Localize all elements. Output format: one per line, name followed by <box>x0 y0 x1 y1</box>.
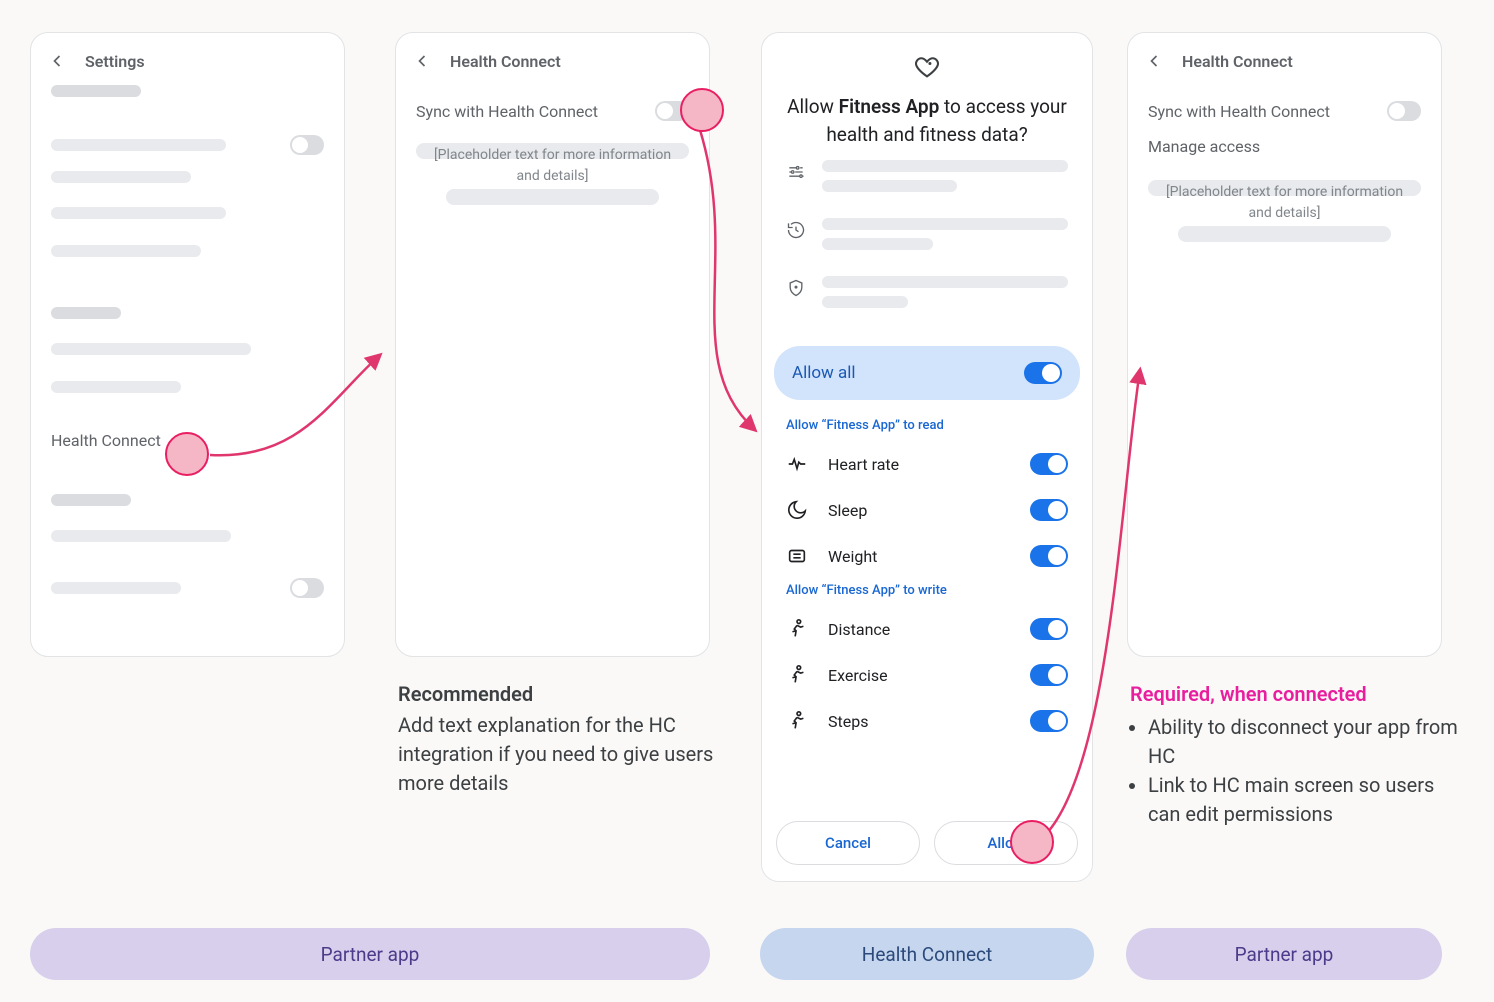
touch-indicator <box>1010 820 1054 864</box>
pill-partner-app: Partner app <box>30 928 710 980</box>
steps-icon <box>786 710 808 732</box>
page-title: Health Connect <box>1182 52 1293 71</box>
placeholder-text: [Placeholder text for more information a… <box>1148 182 1421 224</box>
heart-rate-icon <box>786 453 808 475</box>
screen-sync-on: Health Connect Sync with Health Connect … <box>1127 32 1442 657</box>
toggle[interactable] <box>290 578 324 598</box>
dialog-title: Allow Fitness App to access your health … <box>786 93 1068 148</box>
perm-steps[interactable]: Steps <box>762 698 1092 744</box>
exercise-icon <box>786 664 808 686</box>
back-icon[interactable] <box>1144 51 1164 71</box>
weight-icon <box>786 545 808 567</box>
toggle[interactable] <box>1030 664 1068 686</box>
allow-button[interactable]: Allow <box>934 821 1078 865</box>
sync-label: Sync with Health Connect <box>416 102 598 121</box>
cancel-button[interactable]: Cancel <box>776 821 920 865</box>
perm-distance[interactable]: Distance <box>762 606 1092 652</box>
toggle[interactable] <box>1030 453 1068 475</box>
toggle[interactable] <box>1030 618 1068 640</box>
running-icon <box>786 618 808 640</box>
touch-indicator <box>165 432 209 476</box>
touch-indicator <box>680 88 724 132</box>
allow-all-label: Allow all <box>792 363 856 383</box>
back-icon[interactable] <box>47 51 67 71</box>
info-row <box>786 276 1068 316</box>
health-connect-icon <box>913 53 941 81</box>
pill-partner-app-2: Partner app <box>1126 928 1442 980</box>
info-row <box>786 160 1068 200</box>
manage-access-row[interactable]: Manage access <box>1148 137 1421 156</box>
toggle[interactable] <box>1030 545 1068 567</box>
screen-sync-off: Health Connect Sync with Health Connect … <box>395 32 710 657</box>
screen-settings: Settings Health Connect <box>30 32 345 657</box>
allow-all-row[interactable]: Allow all <box>774 346 1080 400</box>
toggle[interactable] <box>290 135 324 155</box>
screen-permission-dialog: Allow Fitness App to access your health … <box>761 32 1093 882</box>
sleep-icon <box>786 499 808 521</box>
sync-label: Sync with Health Connect <box>1148 102 1330 121</box>
history-icon <box>786 220 806 240</box>
sliders-icon <box>786 162 806 182</box>
toggle[interactable] <box>1030 499 1068 521</box>
page-title: Settings <box>85 52 145 71</box>
perm-sleep[interactable]: Sleep <box>762 487 1092 533</box>
info-row <box>786 218 1068 258</box>
caption-recommended: Recommended Add text explanation for the… <box>398 680 718 798</box>
perm-heart-rate[interactable]: Heart rate <box>762 441 1092 487</box>
caption-required: Required, when connected Ability to disc… <box>1130 680 1470 829</box>
sync-toggle[interactable] <box>1387 101 1421 121</box>
placeholder-text: [Placeholder text for more information a… <box>416 145 689 187</box>
page-title: Health Connect <box>450 52 561 71</box>
write-section-label: Allow “Fitness App” to write <box>762 579 1092 606</box>
allow-all-toggle[interactable] <box>1024 362 1062 384</box>
pill-health-connect: Health Connect <box>760 928 1094 980</box>
shield-icon <box>786 278 806 298</box>
toggle[interactable] <box>1030 710 1068 732</box>
back-icon[interactable] <box>412 51 432 71</box>
perm-exercise[interactable]: Exercise <box>762 652 1092 698</box>
read-section-label: Allow “Fitness App” to read <box>762 414 1092 441</box>
perm-weight[interactable]: Weight <box>762 533 1092 579</box>
